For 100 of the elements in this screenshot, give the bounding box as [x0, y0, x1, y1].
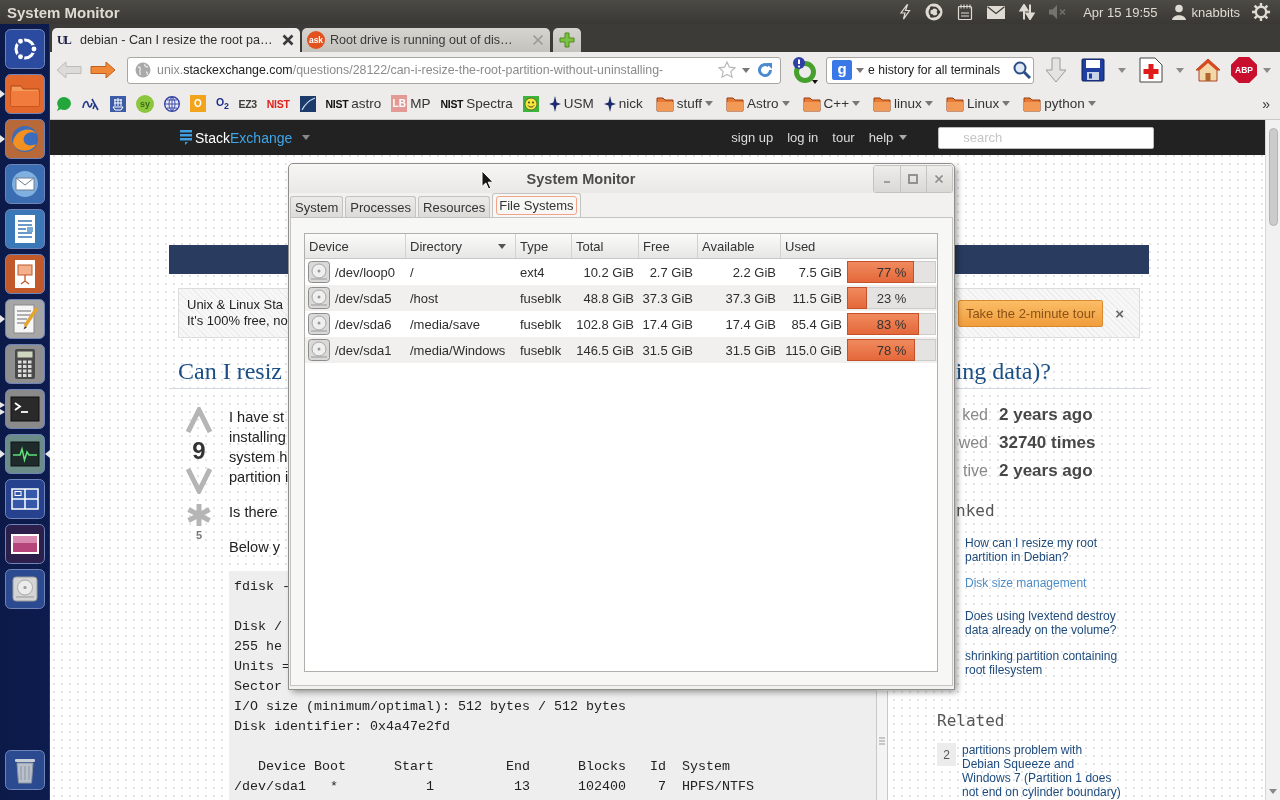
top-nav-link[interactable]: tour: [832, 130, 855, 145]
search-engine-logo[interactable]: g: [832, 60, 852, 80]
column-header[interactable]: Free: [639, 234, 698, 258]
reload-icon[interactable]: [756, 61, 774, 79]
ring-icon[interactable]: [925, 3, 944, 21]
column-header[interactable]: Directory: [406, 234, 516, 258]
caret-icon[interactable]: [899, 135, 908, 140]
column-header[interactable]: Available: [698, 234, 781, 258]
notepad-icon[interactable]: [957, 4, 974, 20]
envelope-icon[interactable]: [987, 5, 1006, 19]
question-title[interactable]: Can I resiz: [178, 358, 282, 385]
gear-icon[interactable]: [1252, 3, 1270, 21]
clock[interactable]: Apr 15 19:55: [1083, 4, 1158, 20]
linked-question-link[interactable]: shrinking partition containing root filesystem: [965, 649, 1137, 677]
editor-launcher-button[interactable]: [4, 299, 45, 339]
up-down-arrows-icon[interactable]: [1019, 4, 1036, 20]
files-launcher-button[interactable]: [4, 74, 45, 114]
dash-launcher-button[interactable]: [4, 29, 45, 69]
browser-tab[interactable]: ask Root drive is running out of dis…: [302, 28, 550, 52]
slides-launcher-button[interactable]: [4, 254, 45, 294]
maximize-button[interactable]: [900, 166, 926, 192]
window-tab[interactable]: Resources: [418, 196, 491, 217]
search-field[interactable]: search: [938, 126, 1155, 149]
browser-tab[interactable]: UL debian - Can I resize the root pa…: [52, 28, 300, 52]
folder-icon: [726, 95, 745, 112]
top-nav-link[interactable]: log in: [787, 130, 819, 145]
page-scrollbar[interactable]: [1265, 120, 1280, 800]
bookmark[interactable]: NIST Spectra: [440, 92, 513, 115]
related-question-link[interactable]: partitions problem with Debian Squeeze and Windows 7 (Partition 1 does not end on cylinder boundary): [962, 743, 1122, 799]
document-icon: [4, 209, 45, 249]
scrollbar-thumb[interactable]: [1268, 128, 1278, 226]
bookmark-folder[interactable]: linux: [873, 92, 933, 115]
section-heading: nked: [955, 501, 996, 521]
column-header[interactable]: Total: [572, 234, 639, 258]
column-header[interactable]: Type: [516, 234, 572, 258]
search-icon[interactable]: [1013, 61, 1031, 79]
linked-question-link[interactable]: Disk size management: [965, 576, 1137, 597]
bookmark-folder[interactable]: C++: [802, 92, 861, 115]
question-title[interactable]: ing data)?: [955, 358, 1051, 385]
disk-launcher-button[interactable]: [4, 569, 45, 609]
site-logo: NIST: [325, 97, 349, 110]
close-notice-button[interactable]: ×: [1115, 304, 1124, 322]
pulse-monitor-icon: [4, 434, 45, 474]
calculator-launcher-button[interactable]: [4, 344, 45, 384]
trash-launcher-button[interactable]: [4, 750, 45, 790]
top-nav-link[interactable]: help: [868, 130, 894, 145]
user-name[interactable]: knabbits: [1191, 4, 1240, 20]
workspaces-launcher-button[interactable]: [4, 479, 45, 519]
bookmark[interactable]: USM: [548, 92, 594, 115]
right-arrow-icon: [90, 60, 116, 80]
top-nav-link[interactable]: sign up: [731, 130, 774, 145]
address-field[interactable]: unix.stackexchange.com/questions/28122/can-i-resize-the-root-partition-without-uninstalling-: [127, 56, 781, 84]
bookmark-folder[interactable]: Linux: [945, 92, 1011, 115]
ring-with-alert-icon[interactable]: [790, 56, 818, 84]
person-icon[interactable]: [1171, 4, 1186, 20]
column-header[interactable]: Device: [305, 234, 406, 258]
presentation-icon: [4, 254, 45, 294]
bookmark[interactable]: NIST: [266, 92, 290, 115]
lightning-icon[interactable]: [899, 4, 912, 20]
caret-icon: [924, 101, 933, 106]
star-icon[interactable]: [718, 61, 736, 79]
abp-button[interactable]: ABP: [1231, 57, 1257, 83]
bookmark[interactable]: EZ3: [238, 92, 257, 115]
window-tab[interactable]: Processes: [345, 196, 417, 217]
search-field[interactable]: g e history for all terminals: [826, 56, 1034, 84]
linked-question-link[interactable]: How can I resize my root partition in Debian?: [965, 536, 1137, 564]
caret-icon: [852, 101, 861, 106]
site-brand[interactable]: StackExchange: [195, 129, 293, 146]
bookmark-folder[interactable]: Astro: [726, 92, 790, 115]
window-tab[interactable]: System: [290, 196, 344, 217]
table-cell: /: [410, 264, 414, 280]
bookmark[interactable]: LB MP: [391, 92, 431, 115]
bookmark-folder[interactable]: stuff: [655, 92, 714, 115]
bookmark-folder[interactable]: python: [1023, 92, 1096, 115]
plus-icon: [559, 32, 575, 48]
bookmark[interactable]: NIST astro: [325, 92, 382, 115]
mail-launcher-button[interactable]: [4, 164, 45, 204]
down-arrow-icon[interactable]: [1269, 789, 1277, 794]
close-icon[interactable]: [282, 34, 294, 46]
medical-cross-icon[interactable]: [1139, 57, 1163, 83]
code-scrollbar[interactable]: [876, 691, 888, 800]
photos-launcher-button[interactable]: [4, 524, 45, 564]
window-tab[interactable]: File Systems: [492, 193, 581, 217]
house-icon[interactable]: [1195, 58, 1221, 82]
linked-question-link[interactable]: Does using lvextend destroy data already on the volume?: [965, 609, 1137, 637]
monitor-launcher-button[interactable]: [4, 434, 45, 474]
vote-count: 9: [192, 437, 206, 465]
grip-icon[interactable]: [879, 737, 885, 745]
browser-launcher-button[interactable]: [4, 119, 45, 159]
bookmark[interactable]: nick: [603, 92, 643, 115]
favorite-star-icon[interactable]: [186, 503, 212, 527]
column-header[interactable]: Used: [781, 234, 937, 258]
caret-icon[interactable]: [742, 67, 750, 73]
caret-icon[interactable]: [302, 135, 311, 140]
site-logo: ask: [307, 31, 325, 49]
folder-icon: [802, 95, 821, 112]
caret-icon[interactable]: [856, 67, 864, 73]
writer-launcher-button[interactable]: [4, 209, 45, 249]
terminal-launcher-button[interactable]: [4, 389, 45, 429]
bookmarks-overflow-button[interactable]: »: [1262, 95, 1270, 112]
